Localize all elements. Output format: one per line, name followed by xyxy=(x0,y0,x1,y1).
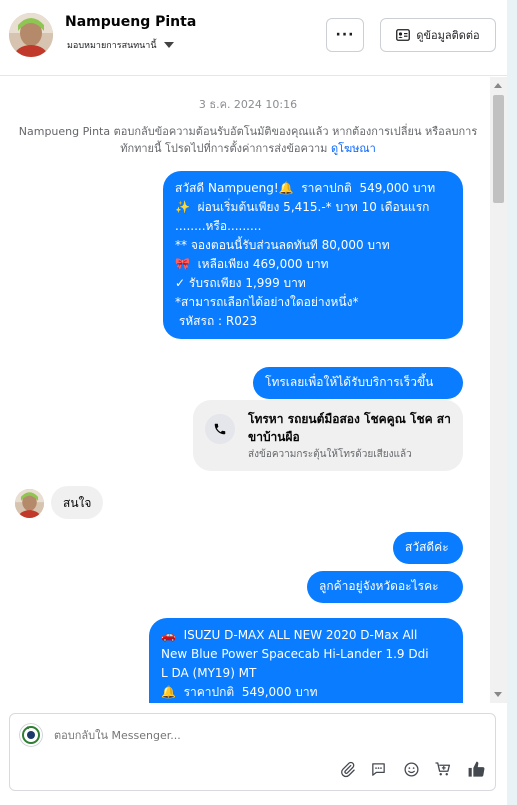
view-ad-link[interactable]: ดูโฆษณา xyxy=(331,142,376,155)
conversation-header: Nampueng Pinta มอบหมายการสนทนานี้ ··· ดู… xyxy=(0,0,507,76)
message-line: สวัสดี Nampueng!🔔 ราคาปกติ 549,000 บาท xyxy=(175,181,436,195)
message-line: *สามารถเลือกได้อย่างใดอย่างหนึ่ง* xyxy=(175,295,359,309)
message-line: ........หรือ......... xyxy=(175,219,262,233)
thread-scrollbar[interactable] xyxy=(490,77,507,703)
scroll-down-icon[interactable] xyxy=(494,692,502,697)
page-avatar xyxy=(19,723,43,747)
saved-reply-icon[interactable] xyxy=(367,758,389,780)
cart-icon[interactable] xyxy=(432,758,454,780)
view-contact-info-button[interactable]: ดูข้อมูลติดต่อ xyxy=(380,18,496,52)
auto-reply-notice: Nampueng Pinta ตอบกลับข้อความต้อนรับอัตโ… xyxy=(10,123,486,157)
call-card-title: โทรหา รถยนต์มือสอง โชคคูณ โชค สาขาบ้านผื… xyxy=(248,412,451,444)
message-line: รหัสรถ : R023 xyxy=(175,314,258,328)
outgoing-message: ลูกค้าอยู่จังหวัดอะไรคะ xyxy=(307,571,463,603)
chevron-down-icon xyxy=(163,42,174,48)
message-thread[interactable]: 3 ธ.ค. 2024 10:16 Nampueng Pinta ตอบกลับ… xyxy=(0,77,490,703)
contact-avatar-small xyxy=(15,489,44,518)
message-line: New Blue Power Spacecab Hi-Lander 1.9 Dd… xyxy=(161,647,429,661)
outgoing-message: สวัสดี Nampueng!🔔 ราคาปกติ 549,000 บาท ✨… xyxy=(163,171,463,339)
conversation-panel: Nampueng Pinta มอบหมายการสนทนานี้ ··· ดู… xyxy=(0,0,507,805)
phone-icon xyxy=(205,414,235,444)
assign-conversation-dropdown[interactable]: มอบหมายการสนทนานี้ xyxy=(67,38,174,52)
like-icon[interactable] xyxy=(465,758,487,780)
attach-icon[interactable] xyxy=(336,758,358,780)
message-composer xyxy=(9,713,496,791)
message-timestamp: 3 ธ.ค. 2024 10:16 xyxy=(198,98,298,111)
message-line: 🔔 ราคาปกติ 549,000 บาท xyxy=(161,685,318,699)
outgoing-message: โทรเลยเพื่อให้ได้รับบริการเร็วขึ้น xyxy=(253,367,463,399)
more-options-button[interactable]: ··· xyxy=(326,18,364,52)
call-prompt-card[interactable]: โทรหา รถยนต์มือสอง โชคคูณ โชค สาขาบ้านผื… xyxy=(193,400,463,471)
assign-label: มอบหมายการสนทนานี้ xyxy=(67,41,157,51)
contact-name: Nampueng Pinta xyxy=(65,14,197,30)
outgoing-message: สวัสดีค่ะ xyxy=(393,532,463,564)
outgoing-message: 🚗 ISUZU D-MAX ALL NEW 2020 D-Max All New… xyxy=(149,618,463,703)
call-card-subtitle: ส่งข้อความกระตุ้นให้โทรด้วยเสียงแล้ว xyxy=(248,449,412,460)
message-line: 🚗 ISUZU D-MAX ALL NEW 2020 D-Max All xyxy=(161,628,418,642)
notice-text: Nampueng Pinta ตอบกลับข้อความต้อนรับอัตโ… xyxy=(18,125,478,155)
incoming-message: สนใจ xyxy=(51,486,104,519)
message-line: L DA (MY19) MT xyxy=(161,666,257,680)
message-line: ✓ รับรถเพียง 1,999 บาท xyxy=(175,276,306,290)
emoji-icon[interactable] xyxy=(400,758,422,780)
contact-card-icon xyxy=(396,29,411,41)
contact-info-label: ดูข้อมูลติดต่อ xyxy=(416,29,480,42)
reply-input[interactable] xyxy=(54,729,454,742)
scroll-up-icon[interactable] xyxy=(494,83,502,88)
contact-avatar[interactable] xyxy=(9,13,53,57)
message-line: ** จองตอนนี้รับส่วนลดทันที 80,000 บาท xyxy=(175,238,390,252)
message-line: ✨ ผ่อนเริ่มต้นเพียง 5,415.-* บาท 10 เดือ… xyxy=(175,200,430,214)
scrollbar-thumb[interactable] xyxy=(493,95,504,203)
message-line: 🎀 เหลือเพียง 469,000 บาท xyxy=(175,257,329,271)
